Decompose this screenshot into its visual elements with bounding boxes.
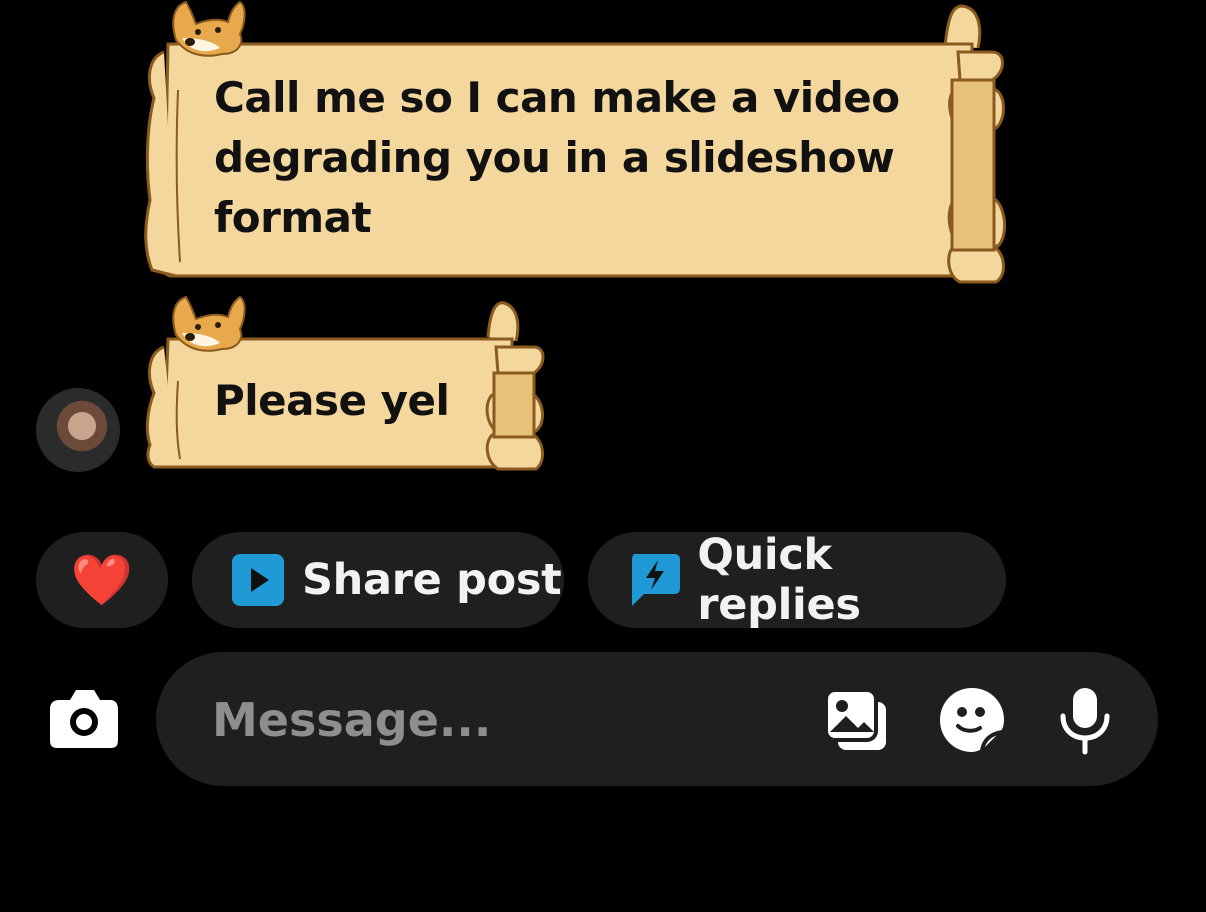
- sticker-icon: [940, 688, 1004, 752]
- doge-icon: [172, 295, 246, 352]
- sticker-button[interactable]: [938, 686, 1006, 754]
- gallery-button[interactable]: [824, 688, 890, 754]
- message-text: Call me so I can make a video degrading …: [214, 73, 900, 242]
- message-text: Please yel: [214, 376, 450, 425]
- quick-replies-label: Quick replies: [697, 530, 861, 630]
- message-input[interactable]: [210, 684, 774, 756]
- camera-button[interactable]: [46, 686, 122, 750]
- doge-icon: [172, 0, 246, 57]
- share-post-button[interactable]: Share post: [192, 532, 564, 628]
- quick-replies-button[interactable]: Quick replies: [588, 530, 1006, 630]
- heart-reaction-button[interactable]: ❤️: [36, 532, 168, 628]
- message-bubble-1[interactable]: Call me so I can make a video degrading …: [140, 0, 1010, 290]
- message-composer: [156, 652, 1158, 786]
- microphone-button[interactable]: [1056, 686, 1114, 756]
- play-icon: [232, 554, 284, 606]
- lightning-bubble-icon: [628, 552, 680, 608]
- camera-icon: [50, 690, 118, 748]
- message-bubble-2[interactable]: Please yel: [140, 295, 560, 480]
- share-post-label: Share post: [302, 555, 562, 605]
- heart-icon: ❤️: [70, 551, 134, 609]
- gallery-icon: [824, 688, 886, 750]
- avatar[interactable]: [36, 388, 120, 472]
- microphone-icon: [1060, 688, 1110, 755]
